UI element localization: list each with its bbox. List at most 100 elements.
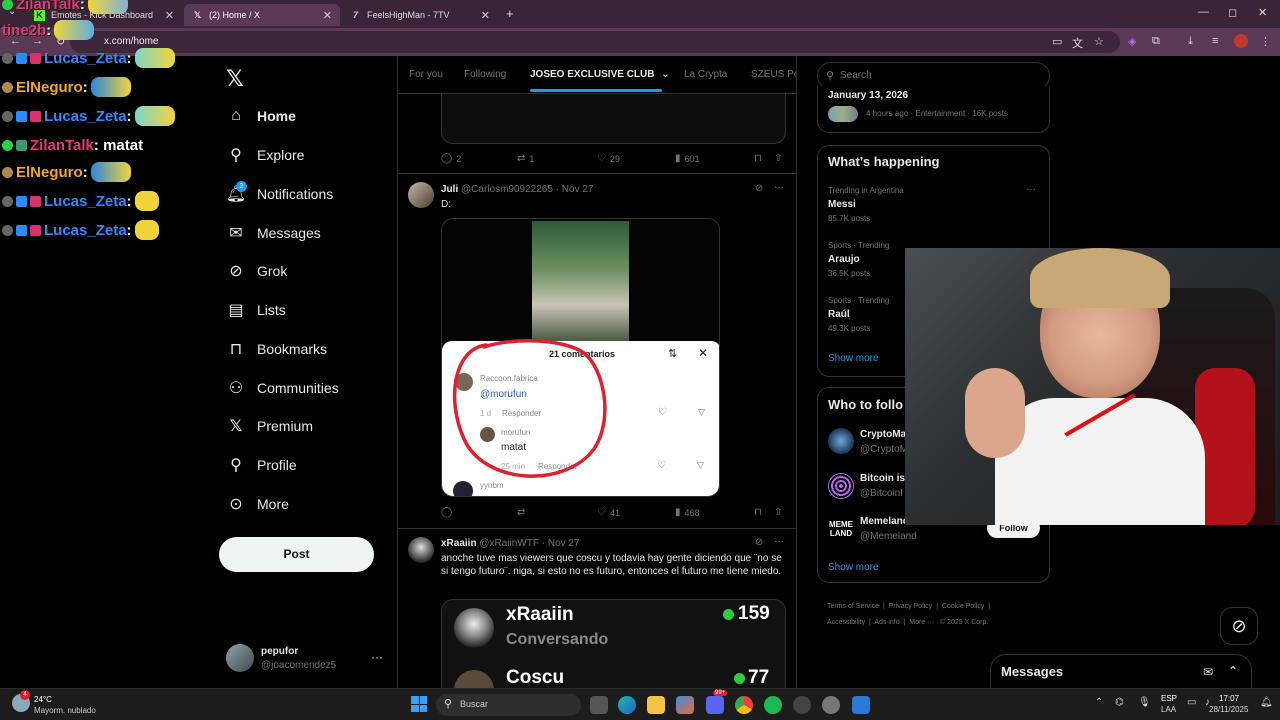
chevron-up-icon[interactable]: ⌃: [1228, 664, 1238, 678]
suggested-avatar[interactable]: [828, 473, 854, 499]
close-tab-icon[interactable]: ✕: [165, 9, 174, 22]
footer-link[interactable]: Terms of Service: [827, 603, 879, 610]
language-code[interactable]: ESP: [1161, 694, 1177, 703]
account-avatar[interactable]: [226, 644, 254, 672]
reply-button[interactable]: ◯: [441, 507, 456, 518]
tweet-author-handle[interactable]: @xRaiinWTF: [479, 538, 539, 549]
bookmark-button[interactable]: ⊓: [754, 153, 766, 164]
app-icon[interactable]: [852, 696, 870, 714]
windows-start-icon[interactable]: [411, 696, 427, 712]
close-window-button[interactable]: ✕: [1258, 6, 1267, 19]
cast-icon[interactable]: ▭: [1052, 35, 1062, 48]
tweet-author-name[interactable]: Juli: [441, 184, 458, 195]
tweet-menu-icon[interactable]: ···: [774, 536, 784, 547]
tweet-avatar[interactable]: [408, 537, 434, 563]
file-explorer-icon[interactable]: [647, 696, 665, 714]
footer-link[interactable]: Cookie Policy: [942, 603, 984, 610]
profile-avatar-icon[interactable]: [1234, 34, 1248, 48]
close-tab-icon[interactable]: ✕: [323, 9, 332, 22]
bookmark-star-icon[interactable]: ☆: [1094, 35, 1104, 48]
taskbar-search[interactable]: ⚲ Buscar: [436, 694, 581, 716]
nav-more[interactable]: ⊙ More: [226, 492, 289, 516]
download-icon[interactable]: ⤓: [1188, 35, 1193, 48]
clock-time[interactable]: 17:07: [1219, 694, 1239, 703]
translate-icon[interactable]: 文: [1072, 35, 1083, 51]
puzzle-icon[interactable]: ⧉: [1152, 35, 1160, 48]
discord-icon[interactable]: [706, 696, 724, 714]
tweet-date[interactable]: Nov 27: [548, 538, 580, 549]
memeland-logo-icon[interactable]: MEME LAND: [828, 516, 854, 542]
footer-link[interactable]: More ···: [909, 619, 934, 626]
account-menu-icon[interactable]: ···: [371, 650, 383, 664]
nav-premium[interactable]: 𝕏 Premium: [226, 414, 313, 438]
nav-communities[interactable]: ⚇ Communities: [226, 376, 339, 400]
tweet-author-name[interactable]: xRaaiin: [441, 538, 477, 549]
tab-szeus[interactable]: SZEUS Pe: [751, 69, 796, 80]
tweet-date[interactable]: Nov 27: [562, 184, 594, 195]
chrome-icon[interactable]: [735, 696, 753, 714]
tweet-avatar[interactable]: [408, 182, 434, 208]
share-button[interactable]: ⇧: [774, 507, 786, 518]
task-view-icon[interactable]: [590, 696, 608, 714]
post-button[interactable]: Post: [219, 537, 374, 572]
suggested-avatar[interactable]: [828, 428, 854, 454]
suggested-name[interactable]: Memelanc: [860, 516, 908, 527]
tweet-media[interactable]: [441, 94, 786, 144]
suggested-name[interactable]: Bitcoin is: [860, 473, 905, 484]
views-button[interactable]: ▮ 601: [675, 153, 700, 164]
x-logo-icon[interactable]: 𝕏: [226, 66, 244, 92]
chevron-up-icon[interactable]: ⌃: [1095, 697, 1103, 708]
new-tab-button[interactable]: +: [506, 6, 514, 21]
nav-explore[interactable]: ⚲ Explore: [226, 143, 304, 167]
suggested-name[interactable]: CryptoMa: [860, 429, 906, 440]
tweet-video[interactable]: 21 comentarios ⇅ ✕ Raccoon.fabrica @moru…: [441, 218, 720, 497]
tab-joseo-exclusive-club[interactable]: JOSEO EXCLUSIVE CLUB ⌄: [530, 69, 670, 80]
grok-float-button[interactable]: ⊘: [1220, 607, 1258, 645]
bookmark-button[interactable]: ⊓: [754, 507, 766, 518]
footer-link[interactable]: Accessibility: [827, 619, 865, 626]
notification-bell-icon[interactable]: 🔔︎: [1260, 697, 1273, 708]
like-button[interactable]: ♡ 29: [597, 153, 620, 164]
show-more-link[interactable]: Show more: [828, 562, 879, 573]
tweet-author-handle[interactable]: @Carlosm90922265: [461, 184, 553, 195]
nav-grok[interactable]: ⊘ Grok: [226, 259, 287, 283]
tweet-image[interactable]: xRaaiin Conversando 159 Coscu 77: [441, 599, 786, 688]
like-button[interactable]: ♡ 41: [597, 507, 620, 518]
nav-home[interactable]: ⌂ Home: [226, 104, 296, 128]
menu-kebab-icon[interactable]: ⋮: [1260, 35, 1271, 48]
trend-name[interactable]: Messi: [828, 199, 856, 210]
settings-gear-icon[interactable]: [822, 696, 840, 714]
obs-icon[interactable]: [793, 696, 811, 714]
tweet-menu-icon[interactable]: ···: [774, 182, 784, 193]
tab-for-you[interactable]: For you: [409, 69, 443, 80]
share-button[interactable]: ⇧: [774, 153, 786, 164]
reading-list-icon[interactable]: ≡: [1212, 35, 1218, 47]
nav-notifications[interactable]: 🔔︎ 2 Notifications: [226, 181, 333, 206]
minimize-button[interactable]: —: [1198, 6, 1209, 18]
nav-lists[interactable]: ▤ Lists: [226, 298, 285, 322]
maximize-button[interactable]: ◻: [1228, 6, 1237, 19]
nav-messages[interactable]: ✉ Messages: [226, 221, 321, 245]
extension-icon[interactable]: ◈: [1128, 35, 1136, 48]
footer-link[interactable]: Privacy Policy: [889, 603, 933, 610]
close-tab-icon[interactable]: ✕: [481, 9, 490, 22]
tab-la-crypta[interactable]: La Crypta: [684, 69, 727, 80]
tab-following[interactable]: Following: [464, 69, 506, 80]
tab-x-home[interactable]: 𝕏 (2) Home / X ✕: [184, 4, 340, 26]
show-more-link[interactable]: Show more: [828, 353, 879, 364]
edge-icon[interactable]: [618, 696, 636, 714]
news-card[interactable]: January 13, 2026 4 hours ago · Entertain…: [817, 86, 1050, 133]
nav-bookmarks[interactable]: ⊓ Bookmarks: [226, 337, 327, 361]
messages-drawer[interactable]: Messages ✉ ⌃: [990, 654, 1252, 690]
store-icon[interactable]: [676, 696, 694, 714]
trend-menu-icon[interactable]: ···: [1026, 184, 1036, 195]
repost-button[interactable]: ⇄: [517, 507, 529, 518]
grok-icon[interactable]: ⊘: [755, 537, 763, 548]
network-icon[interactable]: ⌬: [1115, 697, 1124, 708]
new-message-icon[interactable]: ✉: [1203, 665, 1213, 679]
footer-link[interactable]: Ads info: [874, 619, 899, 626]
address-bar[interactable]: x.com/home: [70, 31, 1120, 53]
repost-button[interactable]: ⇄ 1: [517, 153, 534, 164]
monitor-icon[interactable]: ▭: [1187, 697, 1196, 708]
trend-name[interactable]: Araujo: [828, 254, 860, 265]
